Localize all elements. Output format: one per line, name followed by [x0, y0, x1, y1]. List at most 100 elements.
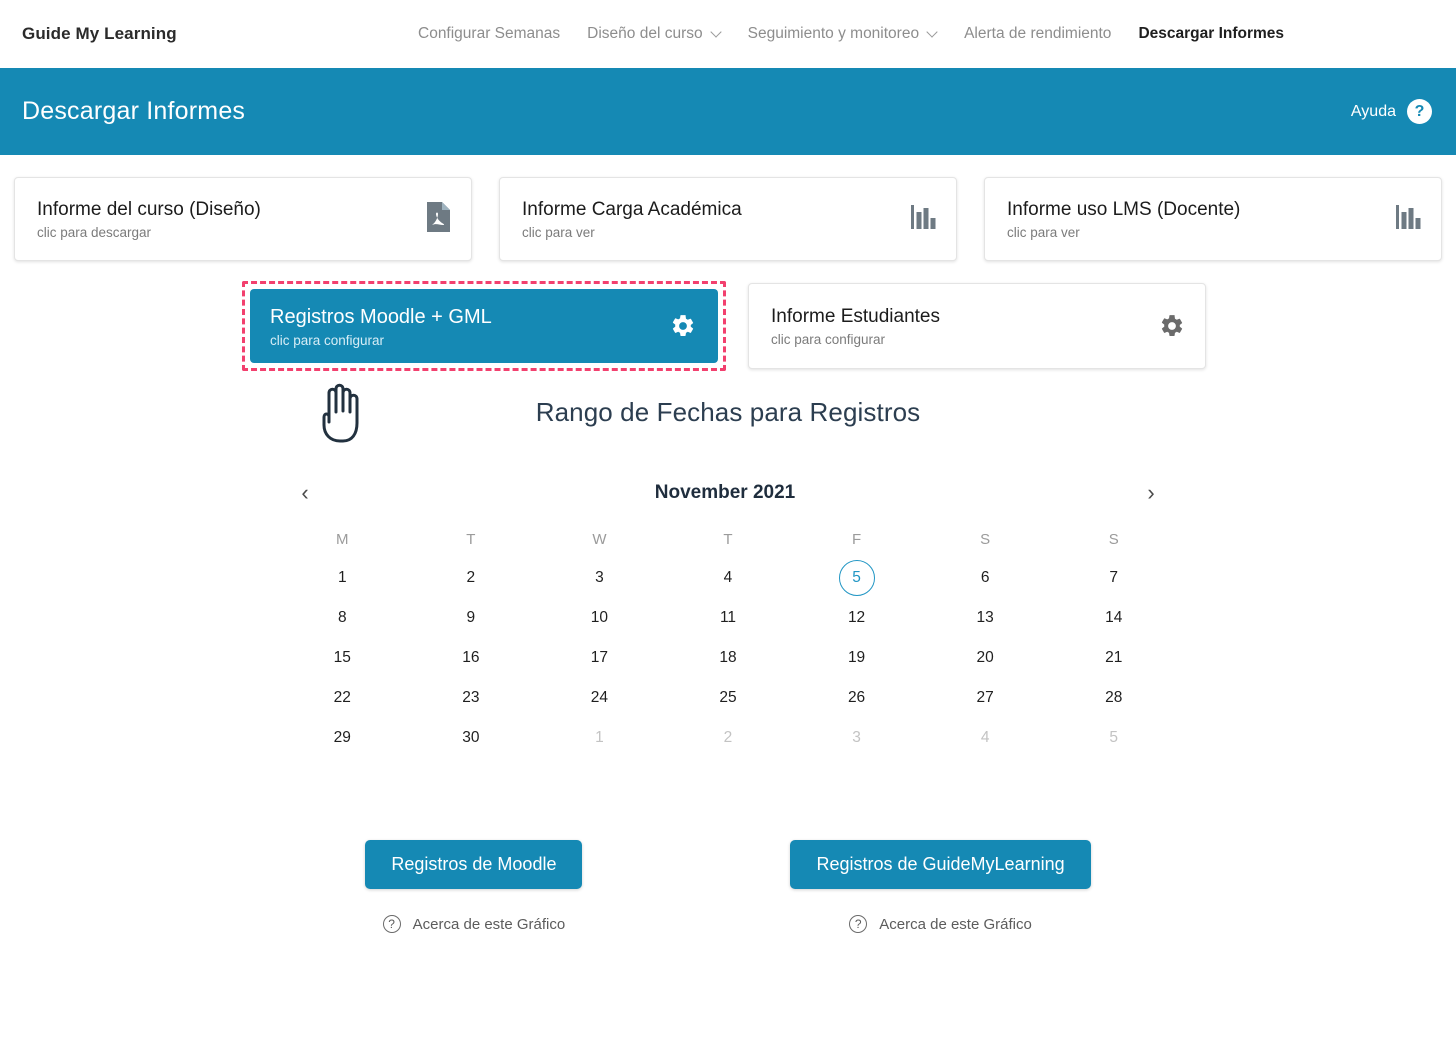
- gear-icon: [1159, 313, 1185, 339]
- calendar-day[interactable]: 27: [921, 678, 1050, 718]
- card-registros-moodle-gml[interactable]: Registros Moodle + GML clic para configu…: [250, 289, 718, 363]
- about-chart-link-gml[interactable]: ? Acerca de este Gráfico: [849, 915, 1032, 933]
- card-informe-carga-academica[interactable]: Informe Carga Académica clic para ver: [499, 177, 957, 261]
- calendar-day-number: 6: [980, 569, 990, 586]
- calendar-day[interactable]: 5: [1049, 718, 1178, 758]
- calendar-day[interactable]: 23: [407, 678, 536, 718]
- nav-item-configurar-semanas[interactable]: Configurar Semanas: [418, 25, 587, 43]
- gear-icon: [670, 313, 696, 339]
- calendar-day-number: 3: [852, 729, 861, 746]
- calendar-day[interactable]: 4: [921, 718, 1050, 758]
- nav-item-label: Descargar Informes: [1138, 25, 1285, 42]
- help-label: Ayuda: [1350, 102, 1396, 120]
- calendar-days-grid: 1 2 3 4 5 6 7 8 9 10 11 12 13 14 15 16 17 18 19 20 21 22 23 24 2…: [278, 558, 1178, 758]
- calendar-day[interactable]: 3: [535, 558, 664, 598]
- calendar-day-number: 24: [590, 689, 609, 706]
- nav-item-seguimiento-y-monitoreo[interactable]: Seguimiento y monitoreo: [748, 25, 964, 43]
- card-title: Informe del curso (Diseño): [37, 199, 261, 221]
- nav-item-label: Seguimiento y monitoreo: [747, 25, 920, 42]
- section-title: Rango de Fechas para Registros: [535, 397, 921, 427]
- report-cards-row-2: Registros Moodle + GML clic para configu…: [0, 261, 1456, 371]
- calendar-day[interactable]: 13: [921, 598, 1050, 638]
- calendar-day[interactable]: 4: [664, 558, 793, 598]
- calendar-day-number: 14: [1105, 609, 1123, 626]
- calendar-day[interactable]: 1: [535, 718, 664, 758]
- calendar-day-headers: M T W T F S S: [278, 515, 1178, 558]
- action-guidemylearning: Registros de GuideMyLearning ? Acerca de…: [790, 840, 1091, 933]
- action-buttons-row: Registros de Moodle ? Acerca de este Grá…: [0, 758, 1456, 933]
- calendar-day[interactable]: 22: [278, 678, 407, 718]
- calendar-day[interactable]: 3: [792, 718, 921, 758]
- calendar-day[interactable]: 24: [535, 678, 664, 718]
- calendar-day[interactable]: 9: [407, 598, 536, 638]
- day-header: T: [723, 531, 733, 548]
- help-button[interactable]: Ayuda ?: [1351, 99, 1432, 124]
- question-circle-icon: ?: [849, 915, 868, 933]
- card-subtitle: clic para configurar: [771, 331, 886, 347]
- selection-highlight-box: Registros Moodle + GML clic para configu…: [242, 281, 726, 371]
- card-informe-estudiantes[interactable]: Informe Estudiantes clic para configurar: [748, 283, 1206, 369]
- calendar-day[interactable]: 20: [921, 638, 1050, 678]
- date-range-calendar: ‹ November 2021 › M T W T F S S 12345678…: [278, 461, 1178, 758]
- calendar-day[interactable]: 15: [278, 638, 407, 678]
- card-title: Informe Estudiantes: [771, 306, 940, 328]
- report-cards-row-1: Informe del curso (Diseño) clic para des…: [0, 155, 1456, 261]
- calendar-day[interactable]: 8: [278, 598, 407, 638]
- card-informe-uso-lms[interactable]: Informe uso LMS (Docente) clic para ver: [984, 177, 1442, 261]
- calendar-day[interactable]: 5: [792, 558, 921, 598]
- calendar-day-number: 28: [1105, 689, 1123, 706]
- nav-item-descargar-informes[interactable]: Descargar Informes: [1138, 25, 1284, 43]
- day-header: M: [336, 531, 349, 548]
- calendar-day-number: 2: [466, 569, 476, 586]
- calendar-day[interactable]: 1: [278, 558, 407, 598]
- nav-item-diseno-del-curso[interactable]: Diseño del curso: [587, 25, 747, 43]
- registros-de-guidemylearning-button[interactable]: Registros de GuideMyLearning: [790, 840, 1091, 889]
- calendar-day-number: 19: [847, 649, 866, 666]
- about-chart-link-moodle[interactable]: ? Acerca de este Gráfico: [382, 915, 565, 933]
- calendar-day[interactable]: 19: [792, 638, 921, 678]
- calendar-day[interactable]: 18: [664, 638, 793, 678]
- calendar-day-number: 4: [980, 729, 990, 746]
- action-moodle: Registros de Moodle ? Acerca de este Grá…: [365, 840, 583, 933]
- bar-chart-icon: [1395, 203, 1421, 236]
- calendar-day[interactable]: 28: [1049, 678, 1178, 718]
- calendar-day-number: 9: [466, 609, 476, 626]
- calendar-day[interactable]: 25: [664, 678, 793, 718]
- calendar-day[interactable]: 12: [792, 598, 921, 638]
- calendar-day[interactable]: 6: [921, 558, 1050, 598]
- nav-item-alerta-de-rendimiento[interactable]: Alerta de rendimiento: [964, 25, 1138, 43]
- nav-links: Configurar Semanas Diseño del curso Segu…: [418, 25, 1456, 43]
- card-subtitle: clic para configurar: [270, 332, 385, 348]
- calendar-day[interactable]: 11: [664, 598, 793, 638]
- calendar-day[interactable]: 7: [1049, 558, 1178, 598]
- calendar-day[interactable]: 10: [535, 598, 664, 638]
- calendar-month-label: November 2021: [654, 482, 796, 503]
- calendar-day[interactable]: 26: [792, 678, 921, 718]
- calendar-day-number: 30: [462, 729, 480, 746]
- page-header-bar: Descargar Informes Ayuda ?: [0, 68, 1456, 155]
- calendar-day[interactable]: 16: [407, 638, 536, 678]
- calendar-day-number: 11: [719, 609, 737, 626]
- calendar-day-number: 29: [333, 729, 351, 746]
- day-header: S: [980, 531, 991, 548]
- calendar-day-number: 25: [719, 689, 737, 706]
- card-title: Informe uso LMS (Docente): [1007, 199, 1241, 221]
- chevron-right-icon[interactable]: ›: [1138, 480, 1164, 506]
- calendar-day-number: 18: [719, 649, 737, 666]
- calendar-header: ‹ November 2021 ›: [278, 471, 1178, 515]
- calendar-day[interactable]: 29: [278, 718, 407, 758]
- calendar-day[interactable]: 14: [1049, 598, 1178, 638]
- mid-section: Rango de Fechas para Registros: [0, 371, 1456, 461]
- day-header: S: [1108, 531, 1119, 548]
- calendar-day-number: 12: [847, 609, 866, 626]
- calendar-day[interactable]: 30: [407, 718, 536, 758]
- nav-item-label: Configurar Semanas: [418, 25, 561, 42]
- brand-logo[interactable]: Guide My Learning: [22, 24, 177, 44]
- calendar-day[interactable]: 2: [407, 558, 536, 598]
- calendar-day[interactable]: 2: [664, 718, 793, 758]
- calendar-day[interactable]: 21: [1049, 638, 1178, 678]
- about-chart-label: Acerca de este Gráfico: [879, 915, 1032, 933]
- calendar-day[interactable]: 17: [535, 638, 664, 678]
- card-informe-del-curso[interactable]: Informe del curso (Diseño) clic para des…: [14, 177, 472, 261]
- registros-de-moodle-button[interactable]: Registros de Moodle: [365, 840, 583, 889]
